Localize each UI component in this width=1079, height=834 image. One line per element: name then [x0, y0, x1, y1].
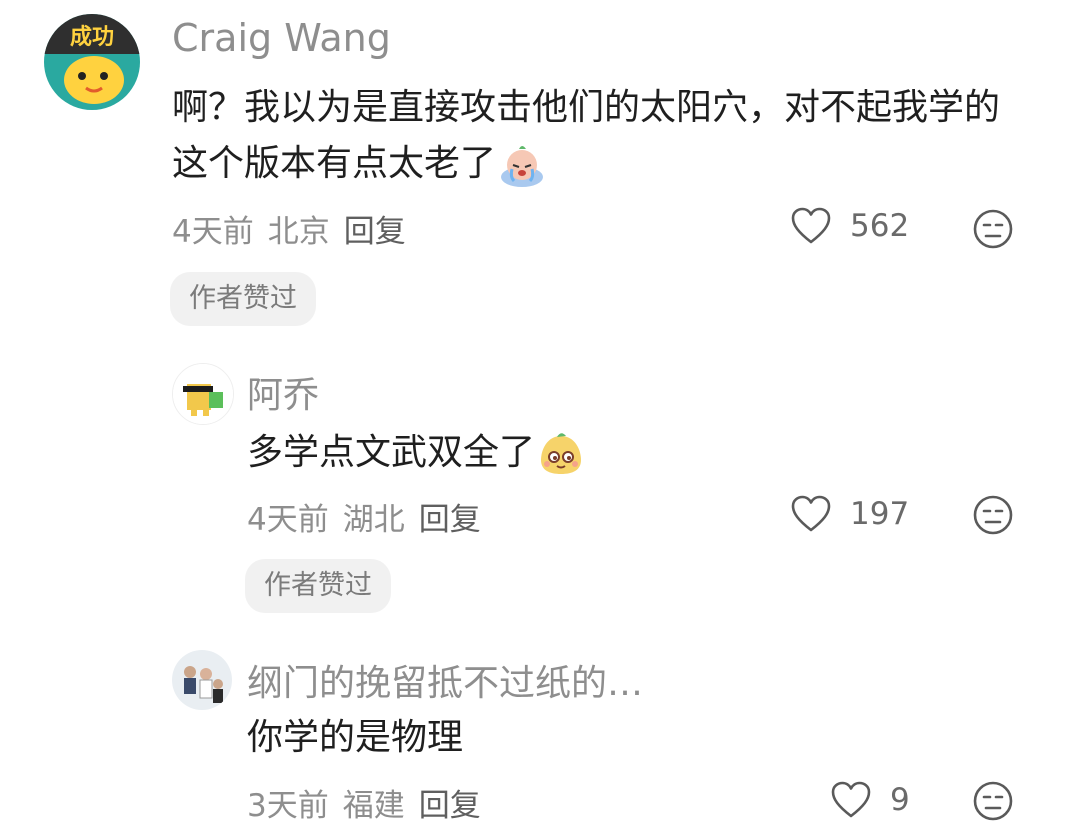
comment-text-body: 啊？我以为是直接攻击他们的太阳穴，对不起我学的这个版本有点太老了 — [172, 87, 1001, 184]
dislike-face-icon — [972, 209, 1014, 254]
comment-time: 4天前 — [247, 502, 329, 538]
comment-item: 成功 Craig Wang 啊？我以为是直接攻击他们的太阳穴，对不起我学的这个版… — [0, 0, 1079, 340]
dislike-button[interactable] — [972, 494, 1014, 540]
crying-face-emoji — [498, 141, 546, 189]
heart-outline-icon — [790, 206, 832, 246]
dislike-button[interactable] — [972, 208, 1014, 254]
comment-location: 福建 — [342, 788, 405, 824]
like-count: 197 — [850, 496, 910, 532]
reply-button[interactable]: 回复 — [419, 502, 481, 538]
like-count: 562 — [850, 208, 910, 244]
comment-meta: 3天前 福建 回复 — [247, 780, 495, 825]
svg-text:成功: 成功 — [70, 25, 114, 50]
author-liked-badge: 作者赞过 — [245, 559, 391, 613]
reply-item: 阿乔 多学点文武双全了 4天前 湖北 回复 197 作者赞过 — [0, 350, 1079, 620]
heart-outline-icon — [790, 494, 832, 534]
reply-item: 纲门的挽留抵不过纸的… 你学的是物理 3天前 福建 回复 9 — [0, 640, 1079, 834]
like-button[interactable]: 9 — [830, 780, 910, 820]
comment-text: 啊？我以为是直接攻击他们的太阳穴，对不起我学的这个版本有点太老了 — [172, 80, 1022, 192]
comment-time: 3天前 — [247, 788, 329, 824]
comment-text: 你学的是物理 — [247, 710, 1027, 766]
dislike-face-icon — [972, 495, 1014, 540]
dislike-button[interactable] — [972, 780, 1014, 826]
comment-text: 多学点文武双全了 — [247, 425, 1027, 481]
like-button[interactable]: 197 — [790, 494, 909, 534]
heart-outline-icon — [830, 780, 872, 820]
comment-text-body: 多学点文武双全了 — [247, 432, 536, 473]
username[interactable]: 纲门的挽留抵不过纸的… — [247, 654, 643, 706]
comment-meta: 4天前 湖北 回复 — [247, 494, 495, 539]
like-count: 9 — [890, 782, 910, 818]
username[interactable]: 阿乔 — [247, 366, 319, 418]
dislike-face-icon — [972, 781, 1014, 826]
avatar[interactable] — [172, 650, 232, 710]
comment-text-body: 你学的是物理 — [247, 717, 464, 758]
smug-face-emoji — [537, 430, 585, 478]
like-button[interactable]: 562 — [790, 206, 909, 246]
username[interactable]: Craig Wang — [172, 16, 391, 60]
reply-button[interactable]: 回复 — [419, 788, 481, 824]
comment-meta: 4天前 北京 回复 — [172, 206, 420, 251]
avatar-image: 成功 — [44, 14, 140, 110]
avatar[interactable]: 成功 — [44, 14, 140, 110]
comment-time: 4天前 — [172, 214, 254, 250]
comment-location: 湖北 — [342, 502, 405, 538]
author-liked-badge: 作者赞过 — [170, 272, 316, 326]
reply-button[interactable]: 回复 — [344, 214, 406, 250]
avatar-image — [172, 650, 232, 710]
avatar-image — [173, 364, 233, 424]
avatar[interactable] — [172, 363, 234, 425]
comment-location: 北京 — [267, 214, 330, 250]
